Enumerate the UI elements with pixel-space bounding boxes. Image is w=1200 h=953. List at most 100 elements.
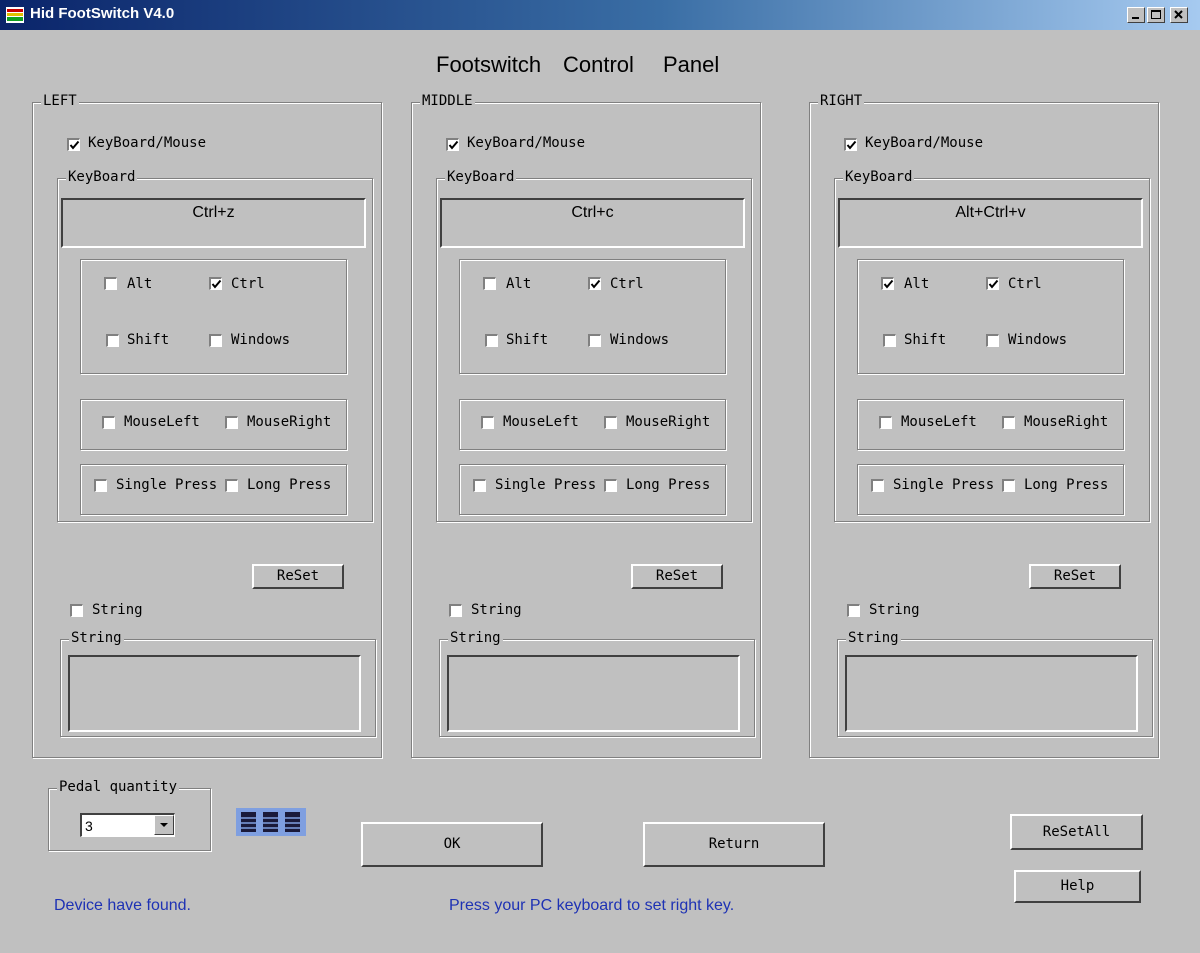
check-mark-icon	[590, 279, 601, 289]
key-input[interactable]: Ctrl+c	[440, 198, 745, 248]
ctrl-checkbox[interactable]	[986, 277, 999, 290]
single-press-checkbox[interactable]	[871, 479, 884, 492]
minimize-button[interactable]	[1127, 7, 1145, 23]
string-checkbox[interactable]	[449, 604, 462, 617]
pedal-quantity-select[interactable]: 3	[80, 813, 175, 837]
mouse-right-checkbox[interactable]	[604, 416, 617, 429]
maximize-button[interactable]	[1147, 7, 1165, 23]
mouse-left-label: MouseLeft	[503, 414, 579, 430]
key-input[interactable]: Alt+Ctrl+v	[838, 198, 1143, 248]
ctrl-label: Ctrl	[610, 276, 644, 292]
return-button[interactable]: Return	[643, 822, 825, 867]
app-icon	[6, 7, 24, 23]
close-button[interactable]	[1170, 7, 1188, 23]
mouse-left-checkbox[interactable]	[879, 416, 892, 429]
string-input[interactable]	[447, 655, 740, 732]
alt-label: Alt	[506, 276, 532, 292]
string-checkbox[interactable]	[847, 604, 860, 617]
key-value: Ctrl+c	[571, 204, 614, 221]
reset-button[interactable]: ReSet	[1029, 564, 1121, 589]
long-press-checkbox[interactable]	[604, 479, 617, 492]
hint-status: Press your PC keyboard to set right key.	[449, 897, 735, 914]
single-press-label: Single Press	[495, 477, 597, 493]
pedals-indicator-icon	[236, 808, 306, 840]
chevron-down-icon[interactable]	[154, 815, 174, 835]
mouse-right-label: MouseRight	[1024, 414, 1109, 430]
windows-label: Windows	[231, 332, 291, 348]
pedal-legend: RIGHT	[818, 93, 865, 109]
mouse-right-checkbox[interactable]	[225, 416, 238, 429]
windows-checkbox[interactable]	[209, 334, 222, 347]
single-press-checkbox[interactable]	[473, 479, 486, 492]
keyboard-mouse-label: KeyBoard/Mouse	[88, 135, 207, 151]
long-press-label: Long Press	[247, 477, 332, 493]
string-checkbox[interactable]	[70, 604, 83, 617]
mouse-left-checkbox[interactable]	[481, 416, 494, 429]
heading-footswitch: Footswitch	[436, 52, 542, 77]
pedal-quantity-legend: Pedal quantity	[57, 779, 180, 795]
mouse-right-label: MouseRight	[247, 414, 332, 430]
long-press-label: Long Press	[626, 477, 711, 493]
check-mark-icon	[883, 279, 894, 289]
pedal-legend: LEFT	[41, 93, 79, 109]
string-input[interactable]	[68, 655, 361, 732]
string-check-label: String	[471, 602, 522, 618]
mouse-left-checkbox[interactable]	[102, 416, 115, 429]
check-mark-icon	[448, 140, 459, 150]
check-mark-icon	[846, 140, 857, 150]
key-value: Alt+Ctrl+v	[955, 204, 1026, 221]
alt-checkbox[interactable]	[104, 277, 117, 290]
ok-button[interactable]: OK	[361, 822, 543, 867]
title-bar[interactable]: Hid FootSwitch V4.0	[0, 0, 1200, 30]
help-button[interactable]: Help	[1014, 870, 1141, 903]
single-press-checkbox[interactable]	[94, 479, 107, 492]
ctrl-label: Ctrl	[231, 276, 265, 292]
string-legend: String	[69, 630, 124, 646]
heading-control: Control	[563, 52, 634, 77]
shift-label: Shift	[127, 332, 170, 348]
keyboard-legend: KeyBoard	[445, 169, 517, 185]
reset-all-button[interactable]: ReSetAll	[1010, 814, 1143, 850]
ctrl-label: Ctrl	[1008, 276, 1042, 292]
window-title: Hid FootSwitch V4.0	[30, 5, 175, 22]
keyboard-mouse-checkbox[interactable]	[844, 138, 857, 151]
string-check-label: String	[869, 602, 920, 618]
single-press-label: Single Press	[116, 477, 218, 493]
long-press-checkbox[interactable]	[1002, 479, 1015, 492]
alt-label: Alt	[904, 276, 930, 292]
mouse-left-label: MouseLeft	[124, 414, 200, 430]
long-press-checkbox[interactable]	[225, 479, 238, 492]
reset-button[interactable]: ReSet	[631, 564, 723, 589]
mouse-right-label: MouseRight	[626, 414, 711, 430]
reset-button[interactable]: ReSet	[252, 564, 344, 589]
keyboard-mouse-label: KeyBoard/Mouse	[865, 135, 984, 151]
keyboard-mouse-checkbox[interactable]	[67, 138, 80, 151]
check-mark-icon	[69, 140, 80, 150]
shift-checkbox[interactable]	[883, 334, 896, 347]
heading-panel: Panel	[663, 52, 720, 77]
mouse-right-checkbox[interactable]	[1002, 416, 1015, 429]
ctrl-checkbox[interactable]	[209, 277, 222, 290]
pedal-legend: MIDDLE	[420, 93, 475, 109]
string-input[interactable]	[845, 655, 1138, 732]
keyboard-legend: KeyBoard	[66, 169, 138, 185]
alt-checkbox[interactable]	[483, 277, 496, 290]
check-mark-icon	[988, 279, 999, 289]
shift-checkbox[interactable]	[106, 334, 119, 347]
check-mark-icon	[211, 279, 222, 289]
windows-label: Windows	[610, 332, 670, 348]
key-value: Ctrl+z	[192, 204, 235, 221]
shift-label: Shift	[904, 332, 947, 348]
long-press-label: Long Press	[1024, 477, 1109, 493]
keyboard-mouse-checkbox[interactable]	[446, 138, 459, 151]
windows-checkbox[interactable]	[986, 334, 999, 347]
mouse-left-label: MouseLeft	[901, 414, 977, 430]
shift-checkbox[interactable]	[485, 334, 498, 347]
windows-label: Windows	[1008, 332, 1068, 348]
key-input[interactable]: Ctrl+z	[61, 198, 366, 248]
alt-label: Alt	[127, 276, 153, 292]
windows-checkbox[interactable]	[588, 334, 601, 347]
device-status: Device have found.	[54, 897, 191, 914]
alt-checkbox[interactable]	[881, 277, 894, 290]
ctrl-checkbox[interactable]	[588, 277, 601, 290]
